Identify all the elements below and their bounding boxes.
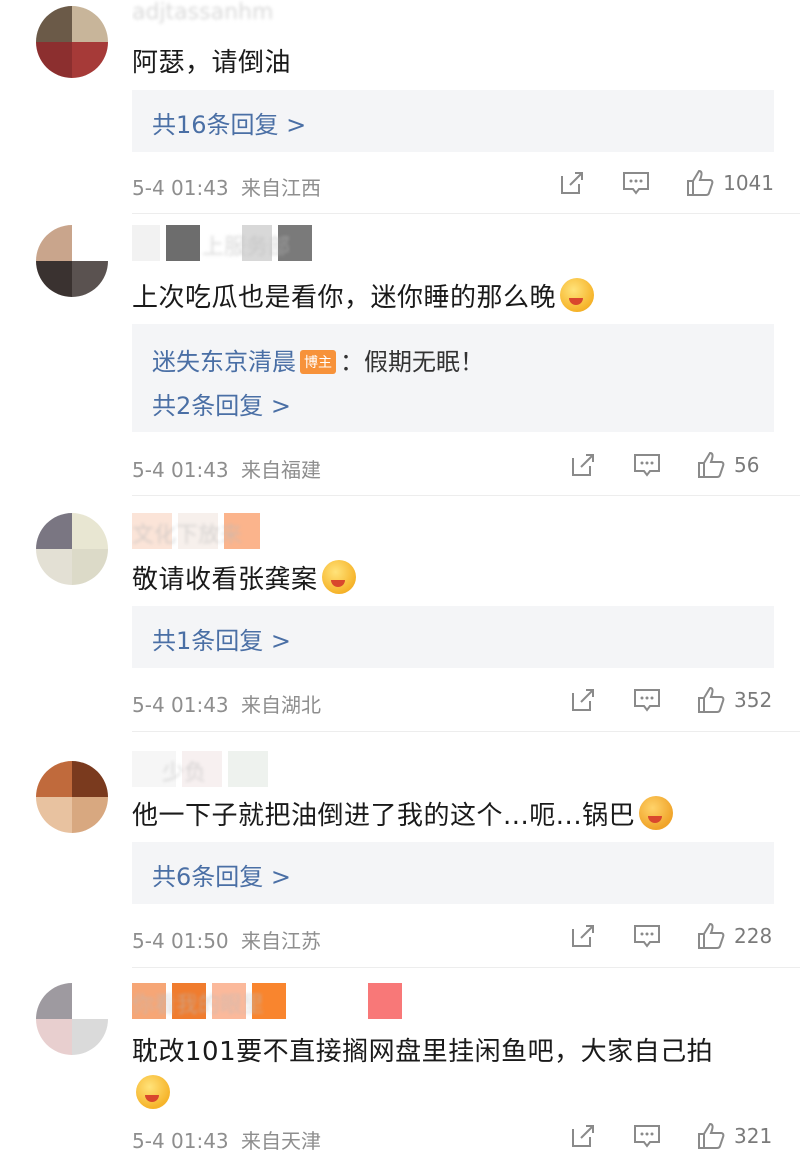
- comment-text: 上次吃瓜也是看你，迷你睡的那么晚: [132, 277, 595, 314]
- action-bar: 56: [568, 450, 774, 480]
- reply-count-link[interactable]: 共1条回复 >: [152, 621, 291, 656]
- action-bar: 1041: [557, 168, 774, 198]
- divider: [132, 213, 800, 214]
- blogger-badge: 博主: [300, 350, 336, 374]
- share-icon: [572, 454, 594, 476]
- yum-emoji-icon: [560, 278, 595, 312]
- comment-location: 来自江西: [241, 176, 322, 200]
- like-button[interactable]: 1041: [685, 168, 774, 198]
- comment-time: 5-4 01:50: [132, 929, 229, 953]
- comment-button[interactable]: [632, 685, 662, 715]
- comment-text: 敬请收看张龚案: [132, 559, 356, 596]
- like-count: 56: [734, 453, 760, 477]
- divider: [132, 495, 800, 496]
- comment-location: 来自湖北: [241, 693, 322, 717]
- username[interactable]: 少负: [132, 749, 322, 789]
- thumbs-up-icon: [698, 686, 725, 713]
- comment-meta: 5-4 01:43 来自福建: [132, 454, 321, 483]
- share-button[interactable]: [568, 450, 598, 480]
- comment-item: 上服务部 上次吃瓜也是看你，迷你睡的那么晚 迷失东京清晨 博主 ：假期无眠！ 共2条…: [0, 215, 800, 497]
- reply-box[interactable]: 共1条回复 >: [132, 606, 774, 668]
- reply-box[interactable]: 迷失东京清晨 博主 ：假期无眠！ 共2条回复 >: [132, 324, 774, 432]
- action-bar: 228: [568, 921, 774, 951]
- comment-icon: [634, 925, 660, 948]
- comment-meta: 5-4 01:43 来自湖北: [132, 689, 321, 718]
- like-button[interactable]: 321: [696, 1121, 774, 1151]
- comment-item: 少负 他一下子就把油倒进了我的这个...呃...锅巴 共6条回复 > 5-4 0…: [0, 733, 800, 969]
- username[interactable]: adjtassanhm: [132, 0, 322, 40]
- thumbs-up-icon: [698, 451, 725, 478]
- reply-content: ：假期无眠！: [340, 348, 484, 376]
- comment-location: 来自江苏: [241, 929, 322, 953]
- share-icon: [572, 1125, 594, 1147]
- username[interactable]: 文化下放来: [132, 511, 322, 551]
- comment-meta: 5-4 01:50 来自江苏: [132, 925, 321, 954]
- share-icon: [572, 925, 594, 947]
- divider: [132, 731, 800, 732]
- like-button[interactable]: 352: [696, 685, 774, 715]
- comment-button[interactable]: [632, 921, 662, 951]
- pray-emoji-icon: [639, 796, 674, 830]
- like-button[interactable]: 228: [696, 921, 774, 951]
- like-count: 1041: [723, 171, 774, 195]
- comment-item: adjtassanhm 阿瑟，请倒油 共16条回复 > 5-4 01:43 来自…: [0, 0, 800, 215]
- avatar[interactable]: [36, 983, 108, 1055]
- 666-emoji-icon: [321, 560, 356, 594]
- comment-icon: [634, 454, 660, 477]
- share-button[interactable]: [557, 168, 587, 198]
- comment-time: 5-4 01:43: [132, 176, 229, 200]
- comment-location: 来自天津: [241, 1129, 322, 1153]
- username[interactable]: 你看我的眼里: [132, 981, 442, 1021]
- sweat-emoji-icon: [136, 1075, 170, 1109]
- comment-text: 阿瑟，请倒油: [132, 48, 292, 78]
- comment-time: 5-4 01:43: [132, 693, 229, 717]
- action-bar: 321: [568, 1121, 774, 1151]
- comment-time: 5-4 01:43: [132, 1129, 229, 1153]
- reply-count-link[interactable]: 共6条回复 >: [152, 857, 291, 892]
- comment-meta: 5-4 01:43 来自江西: [132, 172, 321, 201]
- reply-count-link[interactable]: 共2条回复 >: [152, 386, 291, 421]
- action-bar: 352: [568, 685, 774, 715]
- share-button[interactable]: [568, 921, 598, 951]
- reply-author[interactable]: 迷失东京清晨: [152, 348, 296, 376]
- thumbs-up-icon: [698, 922, 725, 949]
- username[interactable]: 上服务部: [132, 223, 322, 263]
- comment-text: 他一下子就把油倒进了我的这个...呃...锅巴: [132, 795, 674, 832]
- comment-location: 来自福建: [241, 458, 322, 482]
- thumbs-up-icon: [698, 1122, 725, 1149]
- share-button[interactable]: [568, 1121, 598, 1151]
- share-icon: [572, 689, 594, 711]
- like-button[interactable]: 56: [696, 450, 774, 480]
- comment-item: 你看我的眼里 耽改101要不直接搁网盘里挂闲鱼吧，大家自己拍 5-4 01:43…: [0, 969, 800, 1164]
- share-icon: [561, 172, 584, 194]
- comment-icon: [634, 689, 660, 712]
- comment-button[interactable]: [632, 1121, 662, 1151]
- avatar[interactable]: [36, 6, 108, 78]
- avatar[interactable]: [36, 761, 108, 833]
- like-count: 321: [734, 1124, 773, 1148]
- comment-button[interactable]: [621, 168, 651, 198]
- comment-button[interactable]: [632, 450, 662, 480]
- comment-text: 耽改101要不直接搁网盘里挂闲鱼吧，大家自己拍: [132, 1037, 714, 1067]
- share-button[interactable]: [568, 685, 598, 715]
- thumbs-up-icon: [687, 169, 714, 196]
- like-count: 228: [734, 924, 773, 948]
- reply-preview[interactable]: 迷失东京清晨 博主 ：假期无眠！: [152, 342, 484, 377]
- comment-item: 文化下放来 敬请收看张龚案 共1条回复 > 5-4 01:43 来自湖北 352: [0, 497, 800, 733]
- reply-box[interactable]: 共6条回复 >: [132, 842, 774, 904]
- reply-count-link[interactable]: 共16条回复 >: [152, 105, 306, 140]
- comment-meta: 5-4 01:43 来自天津: [132, 1125, 321, 1154]
- comment-icon: [623, 172, 650, 195]
- divider: [132, 967, 800, 968]
- avatar[interactable]: [36, 513, 108, 585]
- reply-box[interactable]: 共16条回复 >: [132, 90, 774, 152]
- like-count: 352: [734, 688, 773, 712]
- comment-time: 5-4 01:43: [132, 458, 229, 482]
- avatar[interactable]: [36, 225, 108, 297]
- comment-icon: [634, 1125, 660, 1148]
